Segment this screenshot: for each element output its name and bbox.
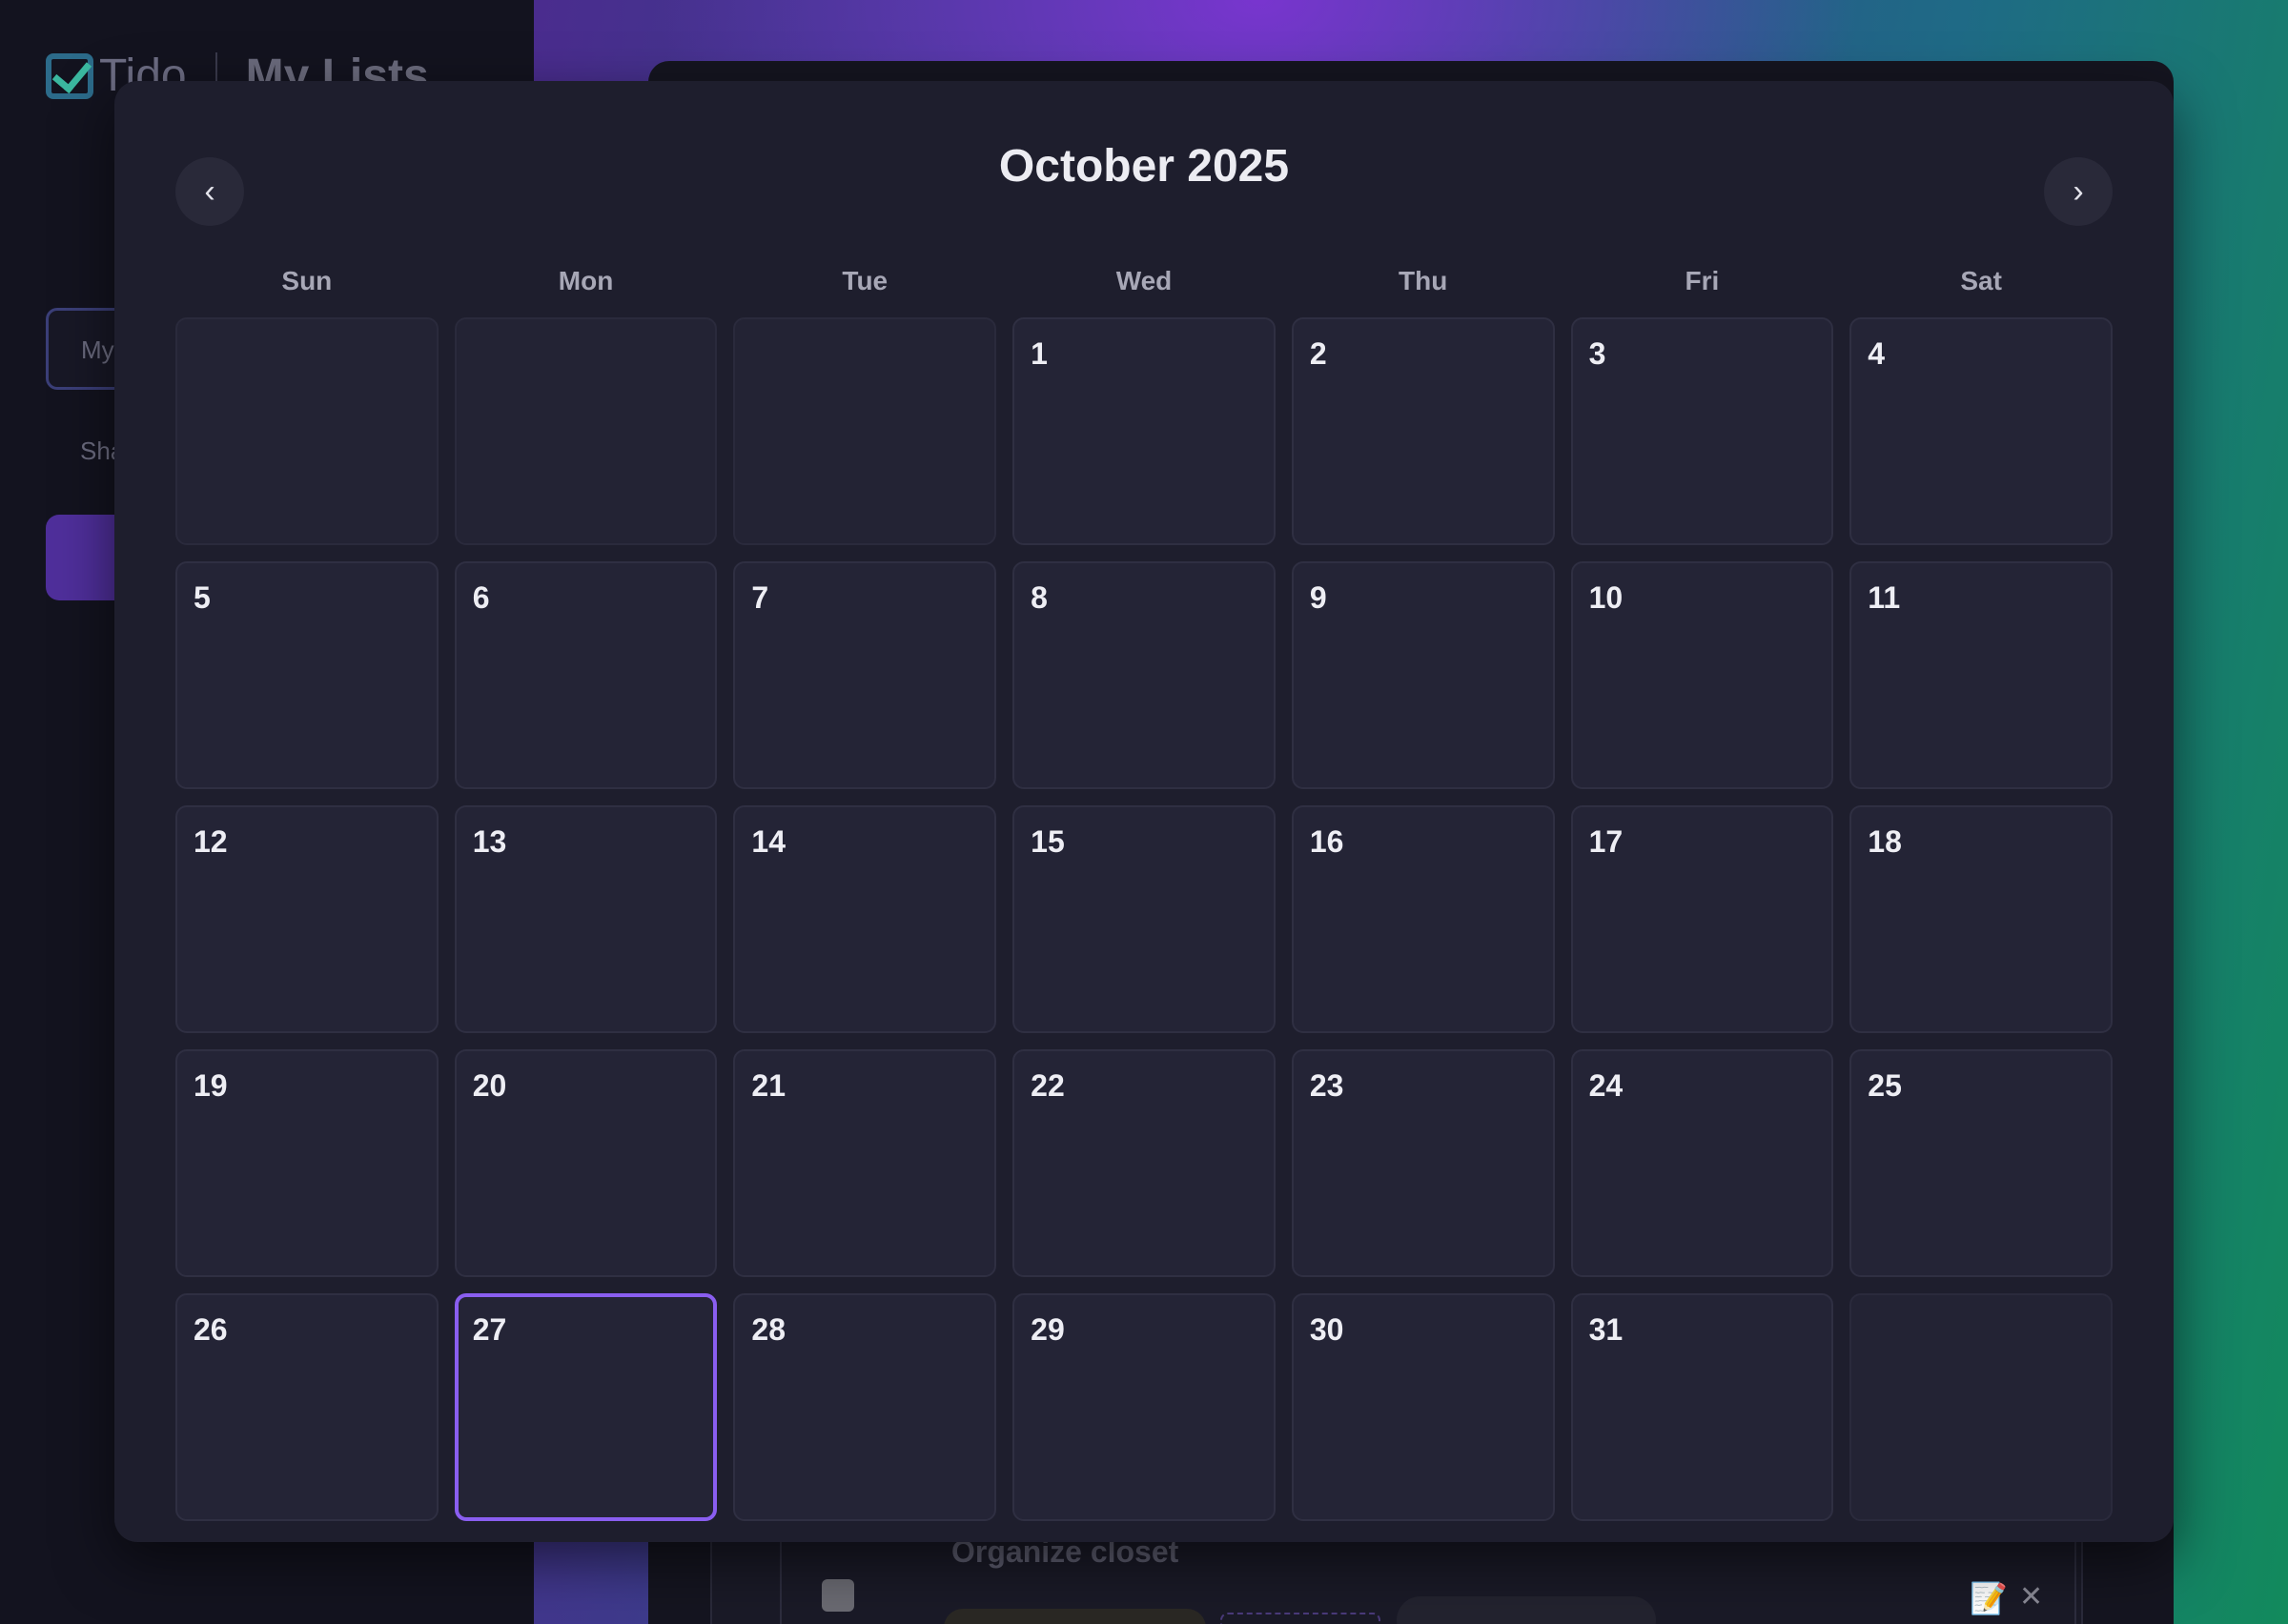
- calendar-day[interactable]: 30: [1291, 1293, 1555, 1521]
- day-number: 9: [1309, 580, 1327, 615]
- app-root: Tido My Lists My Sha Organize closet 📝 ✕…: [0, 0, 2288, 1624]
- day-number: 30: [1309, 1312, 1344, 1347]
- weekday-label: Fri: [1685, 266, 1720, 295]
- day-number: 19: [194, 1068, 228, 1103]
- calendar-day-selected[interactable]: 27: [454, 1293, 718, 1521]
- day-number: 7: [751, 580, 769, 615]
- weekday-label: Wed: [1115, 266, 1173, 295]
- day-number: 20: [472, 1068, 507, 1103]
- calendar-day[interactable]: 12: [175, 805, 439, 1033]
- calendar-day[interactable]: 24: [1570, 1049, 1834, 1277]
- day-number: 27: [472, 1312, 507, 1347]
- day-number: 13: [472, 824, 507, 859]
- calendar-day[interactable]: 19: [175, 1049, 439, 1277]
- calendar-day-empty: [733, 317, 997, 545]
- calendar-day[interactable]: 6: [454, 561, 718, 789]
- close-icon[interactable]: ✕: [2019, 1580, 2043, 1614]
- calendar-day-empty: [1849, 1293, 2113, 1521]
- calendar-day[interactable]: 16: [1291, 805, 1555, 1033]
- day-number: 23: [1309, 1068, 1344, 1103]
- task-chip: [944, 1609, 1206, 1624]
- weekday-label: Sun: [281, 266, 333, 295]
- day-number: 17: [1588, 824, 1624, 859]
- task-checkbox[interactable]: [822, 1579, 854, 1612]
- weekday-label: Mon: [558, 266, 614, 295]
- day-number: 12: [194, 824, 228, 859]
- day-number: 10: [1588, 580, 1624, 615]
- calendar-day[interactable]: 8: [1012, 561, 1276, 789]
- calendar-day[interactable]: 1: [1012, 317, 1276, 545]
- calendar-day[interactable]: 14: [733, 805, 997, 1033]
- day-number: 22: [1031, 1068, 1065, 1103]
- day-number: 5: [194, 580, 211, 615]
- day-number: 11: [1868, 580, 1901, 615]
- edit-icon[interactable]: 📝: [1970, 1580, 2008, 1616]
- calendar-day[interactable]: 9: [1291, 561, 1555, 789]
- day-number: 24: [1588, 1068, 1624, 1103]
- calendar-day[interactable]: 18: [1849, 805, 2113, 1033]
- day-number: 4: [1868, 336, 1886, 371]
- calendar-day[interactable]: 17: [1570, 805, 1834, 1033]
- calendar-modal: ‹ October 2025 › Sun Mon Tue Wed Thu Fri…: [114, 81, 2174, 1542]
- weekday-label: Sat: [1960, 266, 2002, 295]
- day-number: 16: [1309, 824, 1344, 859]
- day-number: 2: [1309, 336, 1327, 371]
- calendar-day[interactable]: 15: [1012, 805, 1276, 1033]
- weekday-label: Thu: [1399, 266, 1448, 295]
- day-number: 6: [472, 580, 490, 615]
- task-chip-dashed: [1220, 1613, 1380, 1624]
- calendar-day[interactable]: 4: [1849, 317, 2113, 545]
- month-title: October 2025: [998, 141, 1290, 192]
- weekday-label: Tue: [842, 266, 889, 295]
- calendar-grid: 1 2 3 4 5 6 7 8 9 10 11 12 13 14 15 16 17 18 19 20 21 22 23 24 2…: [175, 317, 2113, 1521]
- day-number: 1: [1031, 336, 1048, 371]
- calendar-day[interactable]: 31: [1570, 1293, 1834, 1521]
- calendar-day[interactable]: 5: [175, 561, 439, 789]
- calendar-day[interactable]: 25: [1849, 1049, 2113, 1277]
- day-number: 25: [1868, 1068, 1902, 1103]
- calendar-day[interactable]: 22: [1012, 1049, 1276, 1277]
- weekday-header: Sun Mon Tue Wed Thu Fri Sat: [175, 266, 2113, 304]
- day-number: 8: [1031, 580, 1048, 615]
- day-number: 29: [1031, 1312, 1065, 1347]
- calendar-day[interactable]: 28: [733, 1293, 997, 1521]
- calendar-day[interactable]: 3: [1570, 317, 1834, 545]
- calendar-day-empty: [454, 317, 718, 545]
- calendar-day[interactable]: 13: [454, 805, 718, 1033]
- day-number: 31: [1588, 1312, 1624, 1347]
- calendar-day[interactable]: 26: [175, 1293, 439, 1521]
- calendar-day[interactable]: 7: [733, 561, 997, 789]
- calendar-day[interactable]: 21: [733, 1049, 997, 1277]
- calendar-day[interactable]: 11: [1849, 561, 2113, 789]
- task-chip: [1397, 1596, 1656, 1624]
- day-number: 3: [1588, 336, 1606, 371]
- day-number: 14: [751, 824, 786, 859]
- next-month-button[interactable]: ›: [2044, 157, 2113, 226]
- day-number: 26: [194, 1312, 228, 1347]
- calendar-day[interactable]: 10: [1570, 561, 1834, 789]
- day-number: 18: [1868, 824, 1902, 859]
- calendar-day[interactable]: 2: [1291, 317, 1555, 545]
- logo-check-icon: [46, 52, 93, 99]
- calendar-day[interactable]: 23: [1291, 1049, 1555, 1277]
- day-number: 21: [751, 1068, 786, 1103]
- calendar-day[interactable]: 20: [454, 1049, 718, 1277]
- day-number: 15: [1031, 824, 1065, 859]
- calendar-day[interactable]: 29: [1012, 1293, 1276, 1521]
- chevron-right-icon: ›: [2073, 173, 2084, 210]
- day-number: 28: [751, 1312, 786, 1347]
- calendar-day-empty: [175, 317, 439, 545]
